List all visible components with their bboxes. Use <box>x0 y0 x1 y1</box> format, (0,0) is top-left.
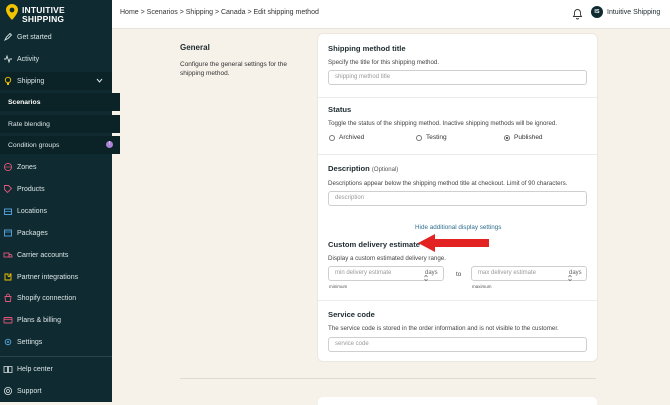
next-card <box>318 397 597 405</box>
section-separator <box>180 378 596 379</box>
sidebar-item-label: Locations <box>17 207 47 215</box>
sidebar-item-label: Shipping <box>17 77 45 85</box>
radio-circle[interactable] <box>329 134 335 141</box>
max-estimate-label: maximum <box>472 284 492 289</box>
chevron-down-icon[interactable] <box>96 77 103 84</box>
bell-icon[interactable] <box>572 7 583 20</box>
sidebar-item-plans-billing[interactable]: Plans & billing <box>0 311 112 329</box>
truck-icon <box>3 250 13 260</box>
activity-icon <box>3 54 13 64</box>
sidebar-subitem-condition-groups[interactable]: Condition groups ! <box>0 136 120 154</box>
globe-icon <box>3 162 13 172</box>
sidebar-item-label: Settings <box>17 338 43 346</box>
stepper-arrows-icon[interactable] <box>568 269 572 282</box>
service-code-help: The service code is stored in the order … <box>328 325 559 332</box>
description-heading-text: Description <box>328 164 370 173</box>
sidebar-item-settings[interactable]: Settings <box>0 333 112 351</box>
sidebar-item-support[interactable]: Support <box>0 382 112 400</box>
building-icon <box>3 206 13 216</box>
section-divider <box>318 154 597 155</box>
sidebar-item-get-started[interactable]: Get started <box>0 28 112 46</box>
hide-display-settings-link[interactable]: Hide additional display settings <box>415 224 501 231</box>
annotation-arrow <box>418 234 489 252</box>
shopping-bag-icon <box>3 293 13 303</box>
section-title-general: General <box>180 43 210 52</box>
sidebar-item-label: Partner integrations <box>17 273 79 281</box>
lightbulb-icon <box>3 76 13 86</box>
section-description-general: Configure the general settings for the s… <box>180 61 287 77</box>
top-bar: Home > Scenarios > Shipping > Canada > E… <box>112 0 670 29</box>
rocket-icon <box>3 32 13 42</box>
sidebar-item-shopify-connection[interactable]: Shopify connection <box>0 289 112 307</box>
sidebar-item-label: Products <box>17 185 45 193</box>
sidebar-item-label: Help center <box>17 365 53 373</box>
stepper-arrows-icon[interactable] <box>424 269 428 282</box>
sidebar-subitem-label: Scenarios <box>8 98 41 106</box>
sidebar-subitem-label: Rate blending <box>8 120 50 128</box>
sidebar-item-help-center[interactable]: Help center <box>0 360 112 378</box>
radio-circle-selected[interactable] <box>504 134 510 141</box>
sidebar-subitem-rate-blending[interactable]: Rate blending <box>0 115 120 133</box>
credit-card-icon <box>3 315 13 325</box>
account-name[interactable]: Intuitive Shipping <box>607 9 660 16</box>
sidebar-item-carrier-accounts[interactable]: Carrier accounts <box>0 246 112 264</box>
sidebar-item-label: Shopify connection <box>17 294 77 302</box>
avatar[interactable]: IS <box>591 6 603 18</box>
breadcrumb[interactable]: Home > Scenarios > Shipping > Canada > E… <box>120 9 319 16</box>
help-circle-icon <box>3 386 13 396</box>
sidebar-item-zones[interactable]: Zones <box>0 158 112 176</box>
sidebar-divider <box>0 356 112 357</box>
status-heading: Status <box>328 105 352 114</box>
condition-groups-badge: ! <box>106 141 113 148</box>
sidebar-item-label: Packages <box>17 229 48 237</box>
brand-logo[interactable]: INTUITIVE SHIPPING <box>6 4 65 25</box>
sidebar-item-partner-integrations[interactable]: Partner integrations <box>0 268 112 286</box>
custom-delivery-estimate-help: Display a custom estimated delivery rang… <box>328 255 446 262</box>
shipping-method-title-help: Specify the title for this shipping meth… <box>328 59 440 66</box>
shipping-method-title-heading: Shipping method title <box>328 44 406 53</box>
gear-icon <box>3 337 13 347</box>
sidebar-item-products[interactable]: Products <box>0 180 112 198</box>
optional-tag: (Optional) <box>371 167 399 173</box>
status-radio-published[interactable]: Published <box>504 134 543 141</box>
min-estimate-label: minimum <box>329 284 348 289</box>
status-radio-testing[interactable]: Testing <box>416 134 447 141</box>
shipping-method-title-input[interactable]: shipping method title <box>328 70 587 85</box>
sidebar-subitem-scenarios[interactable]: Scenarios <box>0 93 120 111</box>
description-input[interactable]: description <box>328 191 587 206</box>
sidebar-item-locations[interactable]: Locations <box>0 202 112 220</box>
radio-label: Published <box>514 134 543 141</box>
range-separator: to <box>456 271 462 278</box>
sidebar-item-label: Carrier accounts <box>17 251 69 259</box>
sidebar-item-packages[interactable]: Packages <box>0 224 112 242</box>
sidebar: INTUITIVE SHIPPING Get started Activity … <box>0 0 120 402</box>
sidebar-subitem-label: Condition groups <box>8 141 60 149</box>
tag-icon <box>3 184 13 194</box>
status-radio-archived[interactable]: Archived <box>329 134 364 141</box>
sidebar-item-shipping[interactable]: Shipping <box>0 72 112 90</box>
brand-line-2: SHIPPING <box>22 13 65 24</box>
sidebar-item-label: Zones <box>17 163 37 171</box>
sidebar-item-label: Get started <box>17 33 52 41</box>
puzzle-icon <box>3 272 13 282</box>
radio-circle[interactable] <box>416 134 422 141</box>
sidebar-item-label: Support <box>17 387 42 395</box>
location-pin-icon <box>6 4 18 25</box>
section-divider <box>318 300 597 301</box>
sidebar-item-label: Plans & billing <box>17 316 61 324</box>
service-code-heading: Service code <box>328 310 375 319</box>
section-divider <box>318 97 597 98</box>
radio-label: Archived <box>339 134 365 141</box>
status-help: Toggle the status of the shipping method… <box>328 120 558 127</box>
sidebar-item-label: Activity <box>17 55 40 63</box>
sidebar-item-activity[interactable]: Activity <box>0 50 112 68</box>
description-help: Descriptions appear below the shipping m… <box>328 180 568 187</box>
box-icon <box>3 228 13 238</box>
book-icon <box>3 364 13 374</box>
radio-label: Testing <box>426 134 447 141</box>
service-code-input[interactable]: service code <box>328 337 587 352</box>
description-heading: Description (Optional) <box>328 164 398 173</box>
custom-delivery-estimate-heading: Custom delivery estimate <box>328 240 421 249</box>
brand-name: INTUITIVE SHIPPING <box>22 5 65 24</box>
